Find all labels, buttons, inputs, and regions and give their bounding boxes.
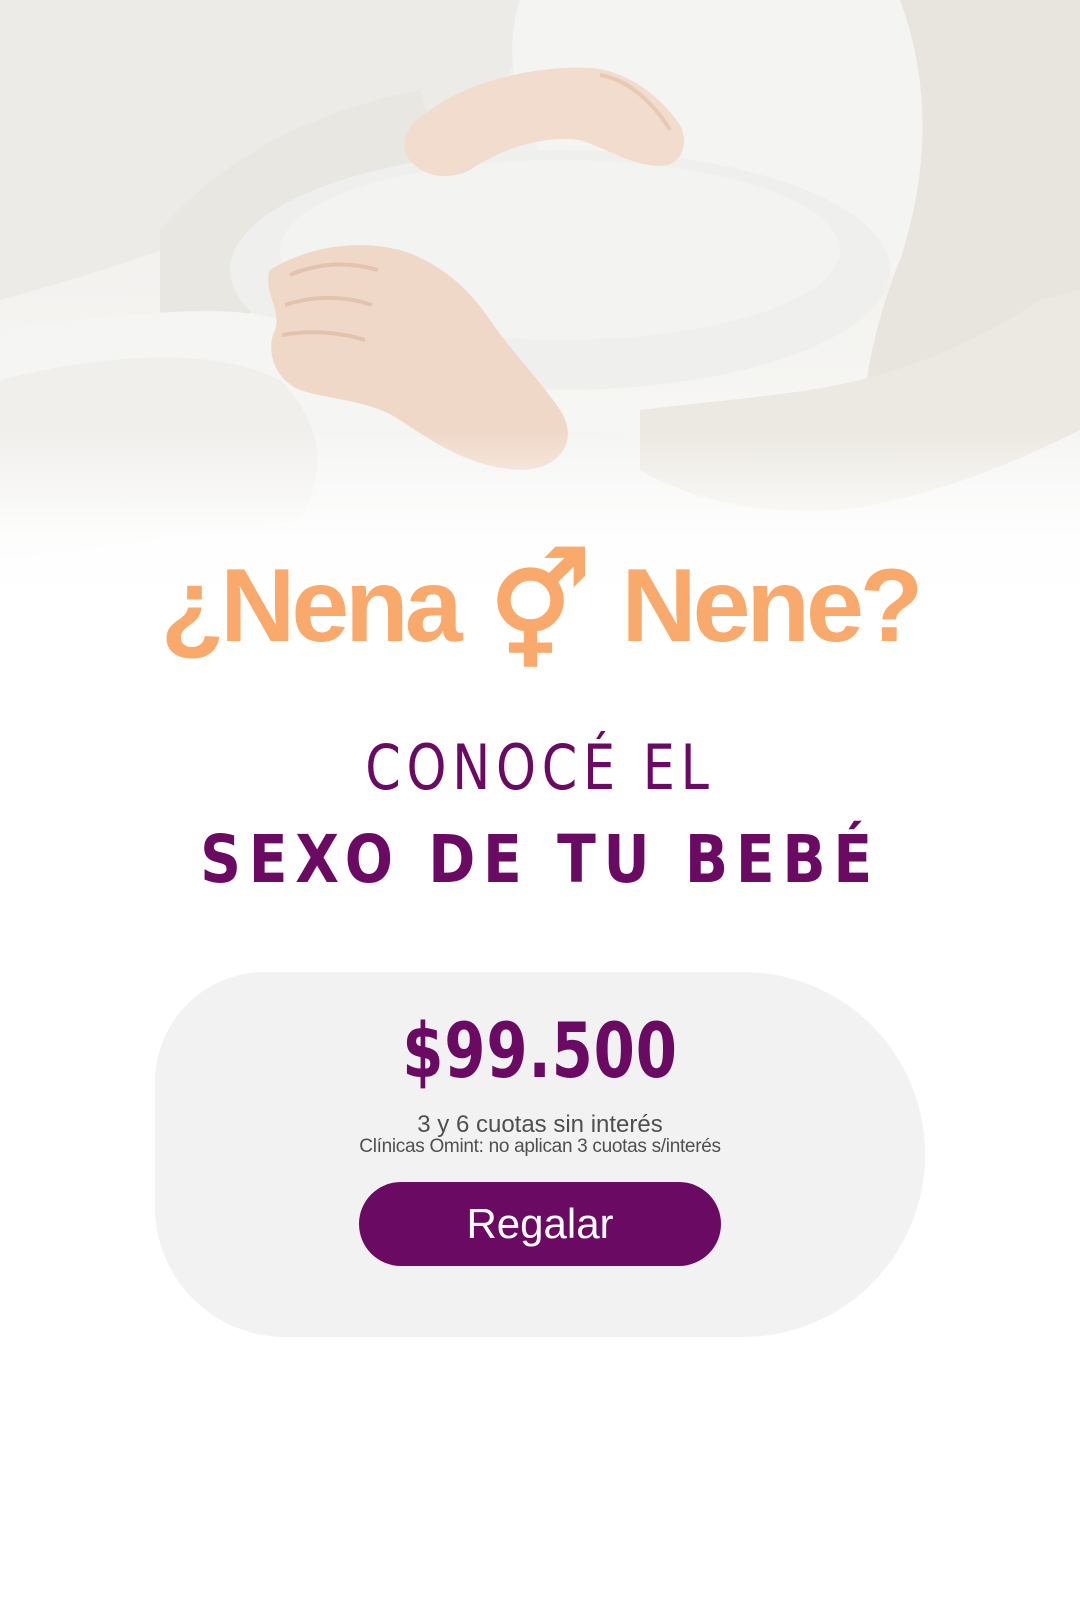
headline-nena: ¿Nena (160, 548, 463, 664)
hero-image-pregnant-woman (0, 0, 1080, 600)
price-card: $99.500 3 y 6 cuotas sin interés Clínica… (155, 972, 925, 1337)
price: $99.500 (402, 1006, 678, 1095)
installments-text: 3 y 6 cuotas sin interés (417, 1111, 663, 1138)
subtitle-line-1: CONOCÉ EL (365, 731, 715, 804)
regalar-button[interactable]: Regalar (359, 1182, 721, 1266)
headline: ¿Nena ⚥ Nene? (0, 538, 1080, 675)
gender-symbol-icon: ⚥ (489, 550, 590, 675)
promo-page: ¿Nena ⚥ Nene? CONOCÉ EL SEXO DE TU BEBÉ … (0, 0, 1080, 1602)
subtitle-line-2: SEXO DE TU BEBÉ (200, 821, 880, 898)
headline-nene: Nene? (621, 548, 923, 664)
omint-note: Clínicas Omint: no aplican 3 cuotas s/in… (359, 1136, 721, 1157)
